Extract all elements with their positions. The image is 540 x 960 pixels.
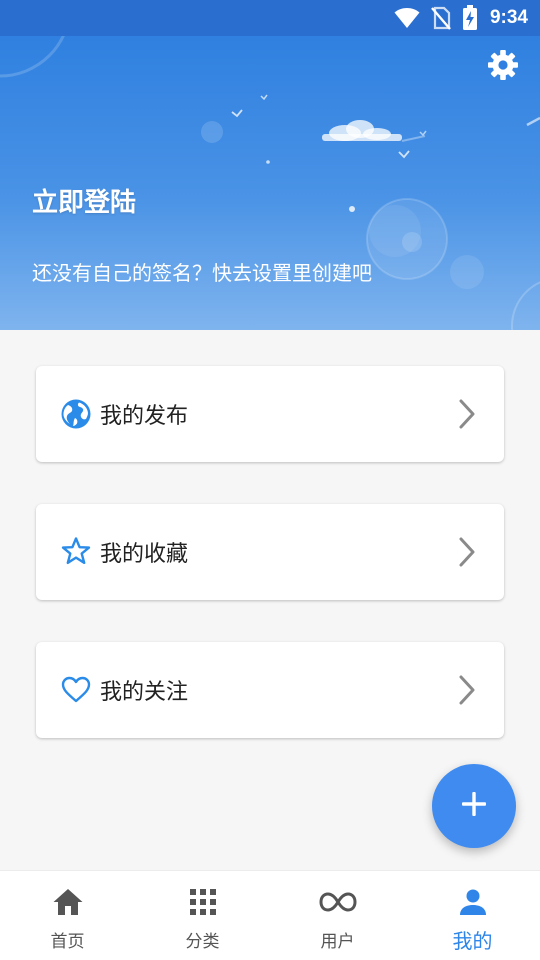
nav-label: 分类 bbox=[185, 932, 220, 952]
star-outline-icon bbox=[60, 536, 92, 568]
status-bar: 9:34 bbox=[0, 0, 540, 36]
status-time: 9:34 bbox=[489, 7, 528, 28]
person-icon bbox=[459, 885, 487, 919]
menu-item-label: 我的关注 bbox=[100, 680, 189, 705]
signature-text: 还没有自己的签名？快去设置里创建吧 bbox=[32, 261, 372, 285]
menu-item-my-favorites[interactable]: 我的收藏 bbox=[36, 504, 504, 600]
profile-header: 立即登陆 还没有自己的签名？快去设置里创建吧 bbox=[0, 36, 540, 330]
nav-label: 用户 bbox=[320, 932, 355, 952]
bottom-navigation: 首页 分类 用户 我的 bbox=[0, 870, 540, 960]
nav-label: 我的 bbox=[452, 929, 493, 953]
heart-outline-icon bbox=[60, 674, 92, 706]
nav-item-home[interactable]: 首页 bbox=[0, 871, 135, 960]
globe-icon bbox=[60, 398, 92, 430]
settings-button[interactable] bbox=[486, 50, 520, 84]
menu-item-label: 我的发布 bbox=[100, 404, 189, 429]
login-link[interactable]: 立即登陆 bbox=[32, 182, 136, 219]
chevron-right-icon bbox=[458, 674, 476, 710]
plus-icon bbox=[461, 791, 487, 821]
wifi-icon bbox=[394, 7, 420, 29]
menu-item-my-follows[interactable]: 我的关注 bbox=[36, 642, 504, 738]
gear-icon bbox=[487, 49, 519, 85]
grid-icon bbox=[189, 885, 217, 919]
no-sim-icon bbox=[430, 6, 452, 30]
nav-item-categories[interactable]: 分类 bbox=[135, 871, 270, 960]
nav-item-mine[interactable]: 我的 bbox=[405, 871, 540, 960]
battery-charging-icon bbox=[462, 5, 478, 31]
home-icon bbox=[52, 885, 84, 919]
menu-item-my-posts[interactable]: 我的发布 bbox=[36, 366, 504, 462]
nav-label: 首页 bbox=[50, 932, 85, 952]
chevron-right-icon bbox=[458, 398, 476, 434]
infinity-icon bbox=[318, 885, 357, 919]
menu-item-label: 我的收藏 bbox=[100, 542, 189, 567]
chevron-right-icon bbox=[458, 536, 476, 572]
nav-item-users[interactable]: 用户 bbox=[270, 871, 405, 960]
add-post-button[interactable] bbox=[432, 764, 516, 848]
